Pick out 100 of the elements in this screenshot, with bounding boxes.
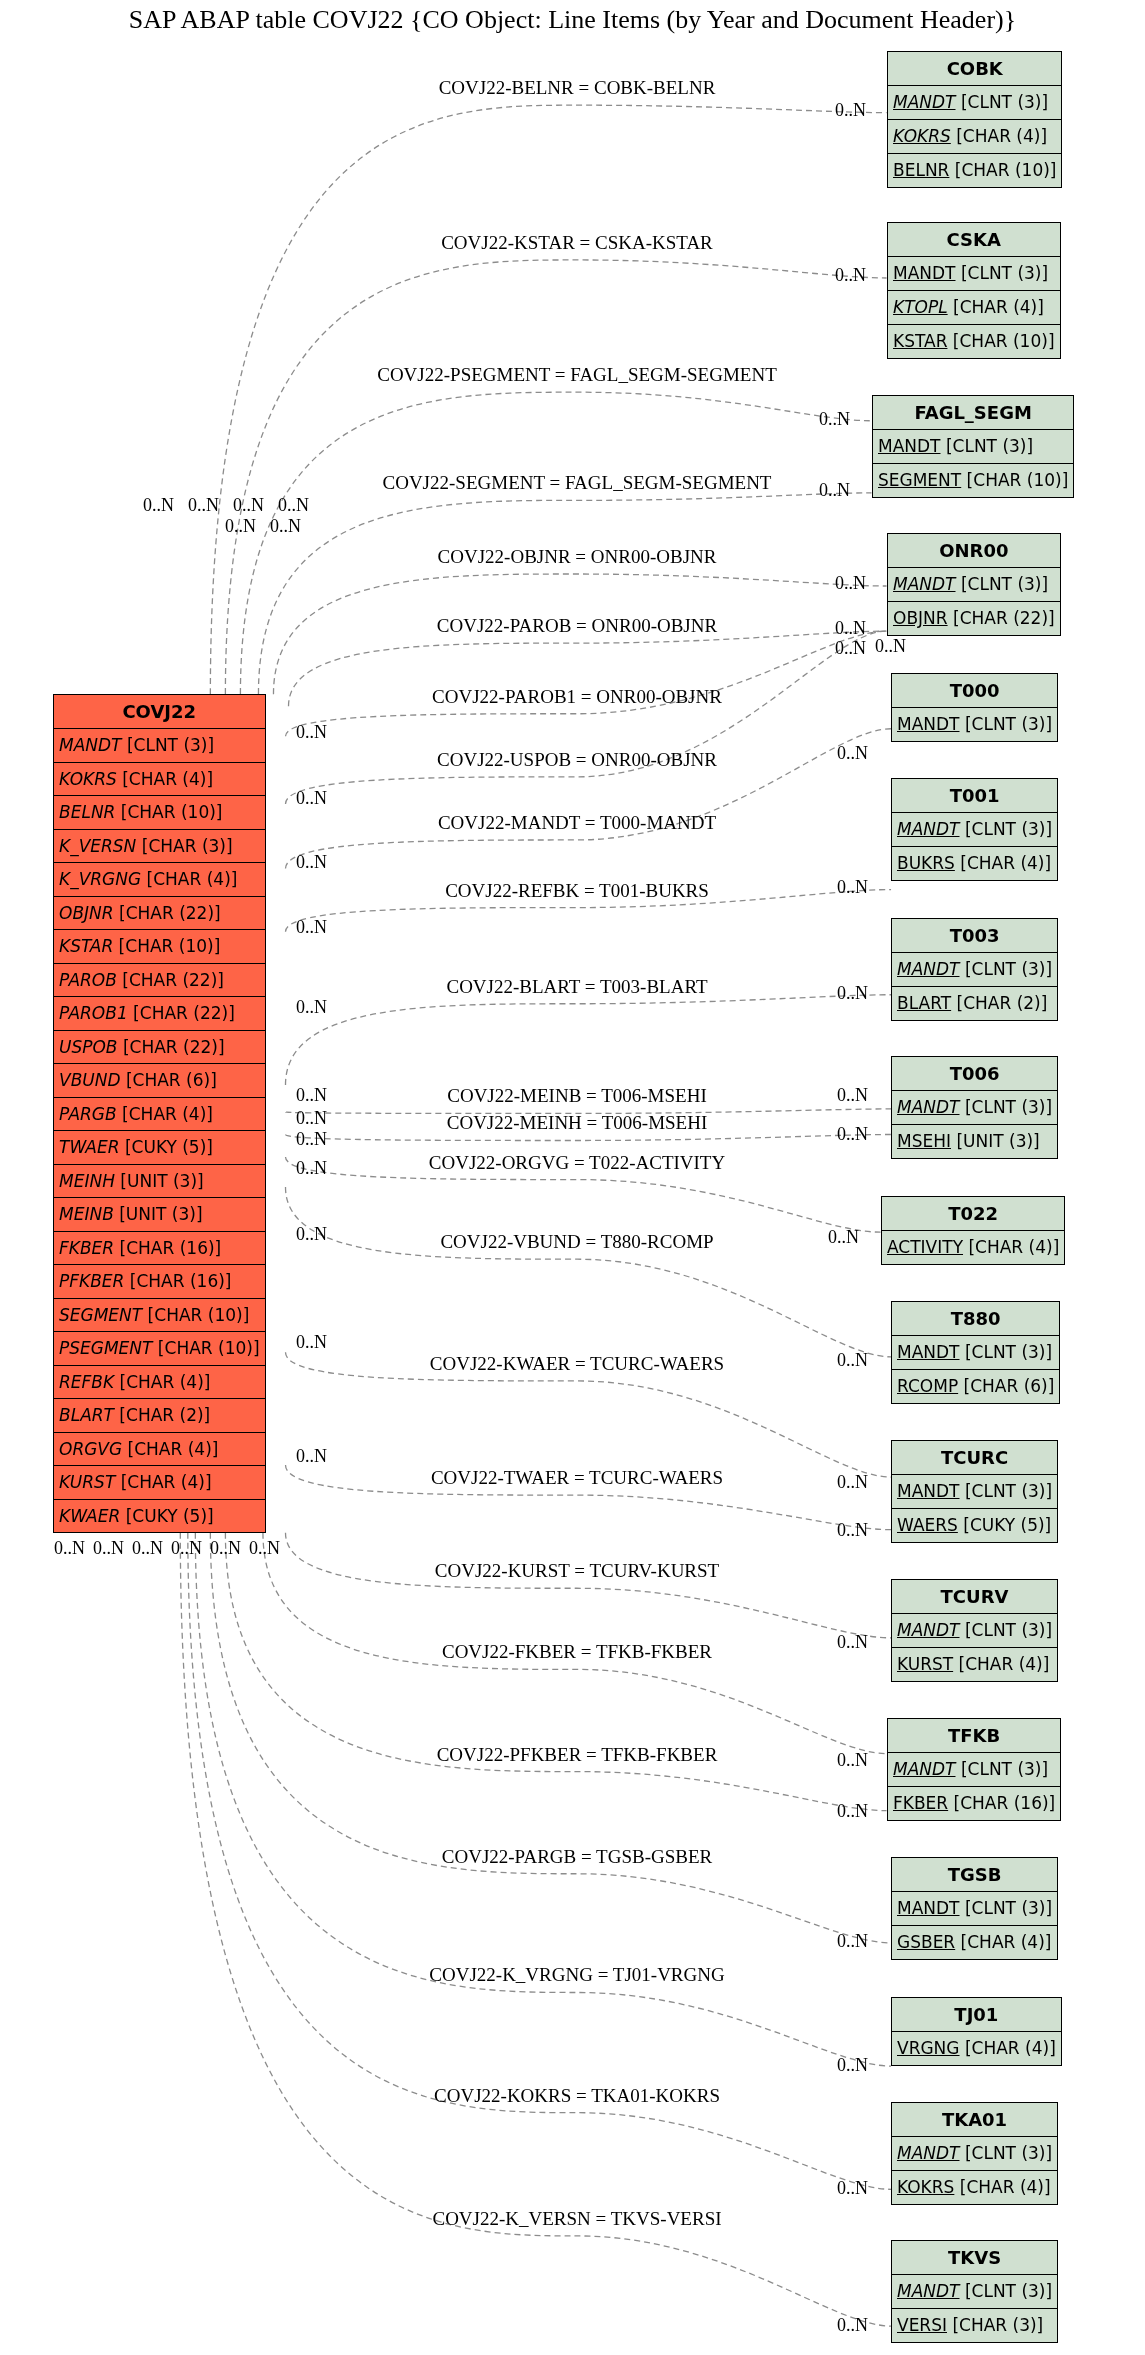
table-field: MANDT [CLNT (3)]	[892, 707, 1058, 741]
table-field: BLART [CHAR (2)]	[892, 986, 1058, 1020]
table-field: MANDT [CLNT (3)]	[892, 2136, 1058, 2170]
relation-label: COVJ22-PFKBER = TFKB-FKBER	[436, 1745, 718, 1765]
table-field: MANDT [CLNT (3)]	[888, 567, 1060, 601]
relation-label: COVJ22-KWAER = TCURC-WAERS	[429, 1354, 725, 1374]
table-field: GSBER [CHAR (4)]	[892, 1925, 1058, 1959]
table-field: BELNR [CHAR (10)]	[888, 153, 1062, 187]
relation-label: COVJ22-KOKRS = TKA01-KOKRS	[434, 2086, 720, 2106]
relation-label: COVJ22-OBJNR = ONR00-OBJNR	[437, 547, 717, 567]
cardinality-label: 0..N	[210, 1539, 241, 1557]
relation-label: COVJ22-K_VERSN = TKVS-VERSI	[432, 2209, 722, 2229]
table-field: PAROB1 [CHAR (22)]	[54, 996, 265, 1030]
relation-label: COVJ22-PAROB = ONR00-OBJNR	[436, 616, 718, 636]
table-name: TKA01	[940, 2108, 1009, 2132]
table-name: ONR00	[938, 539, 1010, 563]
table-name: TKVS	[947, 2246, 1003, 2270]
table-name: TCURV	[939, 1585, 1010, 1609]
table-field: MANDT [CLNT (3)]	[54, 728, 265, 762]
cardinality-label: 0..N	[270, 517, 301, 535]
cardinality-label: 0..N	[54, 1539, 85, 1557]
cardinality-label: 0..N	[296, 1333, 327, 1351]
table-field: ACTIVITY [CHAR (4)]	[882, 1230, 1065, 1264]
table-name: TJ01	[953, 2003, 1000, 2027]
table-field: BLART [CHAR (2)]	[54, 1398, 265, 1432]
relation-label: COVJ22-MEINH = T006-MSEHI	[446, 1113, 708, 1133]
table-field: KSTAR [CHAR (10)]	[54, 929, 265, 963]
table-field: PSEGMENT [CHAR (10)]	[54, 1331, 265, 1365]
table-name: T006	[948, 1062, 1001, 1086]
cardinality-label: 0..N	[837, 2316, 868, 2334]
table-field: MANDT [CLNT (3)]	[892, 1335, 1060, 1369]
relation-label: COVJ22-REFBK = T001-BUKRS	[445, 881, 709, 901]
relation-label: COVJ22-PARGB = TGSB-GSBER	[441, 1847, 713, 1867]
relation-label: COVJ22-SEGMENT = FAGL_SEGM-SEGMENT	[382, 473, 772, 493]
cardinality-label: 0..N	[835, 266, 866, 284]
table-field: MANDT [CLNT (3)]	[892, 812, 1058, 846]
cardinality-label: 0..N	[296, 918, 327, 936]
table-field: FKBER [CHAR (16)]	[54, 1230, 265, 1264]
table-field: OBJNR [CHAR (22)]	[888, 601, 1060, 635]
cardinality-label: 0..N	[835, 101, 866, 119]
cardinality-label: 0..N	[225, 517, 256, 535]
table-field: VBUND [CHAR (6)]	[54, 1063, 265, 1097]
table-field: USPOB [CHAR (22)]	[54, 1029, 265, 1063]
cardinality-label: 0..N	[296, 1130, 327, 1148]
cardinality-label: 0..N	[296, 1225, 327, 1243]
cardinality-label: 0..N	[837, 1521, 868, 1539]
cardinality-label: 0..N	[837, 1125, 868, 1143]
cardinality-label: 0..N	[819, 410, 850, 428]
table-field: MANDT [CLNT (3)]	[892, 1474, 1058, 1508]
relation-label: COVJ22-PAROB1 = ONR00-OBJNR	[432, 687, 722, 707]
table-field: BELNR [CHAR (10)]	[54, 795, 265, 829]
cardinality-label: 0..N	[249, 1539, 280, 1557]
table-name: COBK	[945, 57, 1004, 81]
diagram-title: SAP ABAP table COVJ22 {CO Object: Line Items (by Year and Document Header)}	[128, 4, 1017, 36]
table-name: T003	[948, 924, 1001, 948]
table-field: REFBK [CHAR (4)]	[54, 1364, 265, 1398]
relation-label: COVJ22-KURST = TCURV-KURST	[434, 1561, 720, 1581]
table-field: MEINB [UNIT (3)]	[54, 1197, 265, 1231]
table-field: PFKBER [CHAR (16)]	[54, 1264, 265, 1298]
table-name: TFKB	[947, 1724, 1002, 1748]
table-field: MANDT [CLNT (3)]	[892, 1891, 1058, 1925]
table-field: KOKRS [CHAR (4)]	[54, 761, 265, 795]
table-field: PAROB [CHAR (22)]	[54, 962, 265, 996]
cardinality-label: 0..N	[819, 481, 850, 499]
table-name: T022	[947, 1202, 1000, 1226]
cardinality-label: 0..N	[837, 878, 868, 896]
table-field: FKBER [CHAR (16)]	[888, 1786, 1061, 1820]
table-field: VERSI [CHAR (3)]	[892, 2308, 1058, 2342]
cardinality-label: 0..N	[296, 1086, 327, 1104]
cardinality-label: 0..N	[837, 1633, 868, 1651]
cardinality-label: 0..N	[296, 1447, 327, 1465]
table-field: MSEHI [UNIT (3)]	[892, 1124, 1058, 1158]
table-field: MANDT [CLNT (3)]	[888, 85, 1062, 119]
cardinality-label: 0..N	[296, 789, 327, 807]
cardinality-label: 0..N	[296, 853, 327, 871]
cardinality-label: 0..N	[278, 496, 309, 514]
cardinality-label: 0..N	[143, 496, 174, 514]
cardinality-label: 0..N	[837, 2179, 868, 2197]
table-field: KTOPL [CHAR (4)]	[888, 290, 1060, 324]
table-field: MANDT [CLNT (3)]	[873, 429, 1074, 463]
cardinality-label: 0..N	[296, 1109, 327, 1127]
table-field: PARGB [CHAR (4)]	[54, 1096, 265, 1130]
relation-label: COVJ22-BELNR = COBK-BELNR	[438, 78, 716, 98]
cardinality-label: 0..N	[837, 1751, 868, 1769]
table-field: KSTAR [CHAR (10)]	[888, 324, 1060, 358]
cardinality-label: 0..N	[233, 496, 264, 514]
cardinality-label: 0..N	[837, 1932, 868, 1950]
table-name: T000	[948, 679, 1001, 703]
table-field: KOKRS [CHAR (4)]	[892, 2170, 1058, 2204]
cardinality-label: 0..N	[837, 744, 868, 762]
table-field: ORGVG [CHAR (4)]	[54, 1431, 265, 1465]
table-name: COVJ22	[121, 700, 198, 724]
table-field: MANDT [CLNT (3)]	[892, 2274, 1058, 2308]
table-field: WAERS [CUKY (5)]	[892, 1508, 1058, 1542]
table-field: KOKRS [CHAR (4)]	[888, 119, 1062, 153]
table-field: MANDT [CLNT (3)]	[892, 1090, 1058, 1124]
relation-label: COVJ22-TWAER = TCURC-WAERS	[430, 1468, 724, 1488]
relation-label: COVJ22-BLART = T003-BLART	[446, 977, 708, 997]
table-field: OBJNR [CHAR (22)]	[54, 895, 265, 929]
cardinality-label: 0..N	[837, 984, 868, 1002]
